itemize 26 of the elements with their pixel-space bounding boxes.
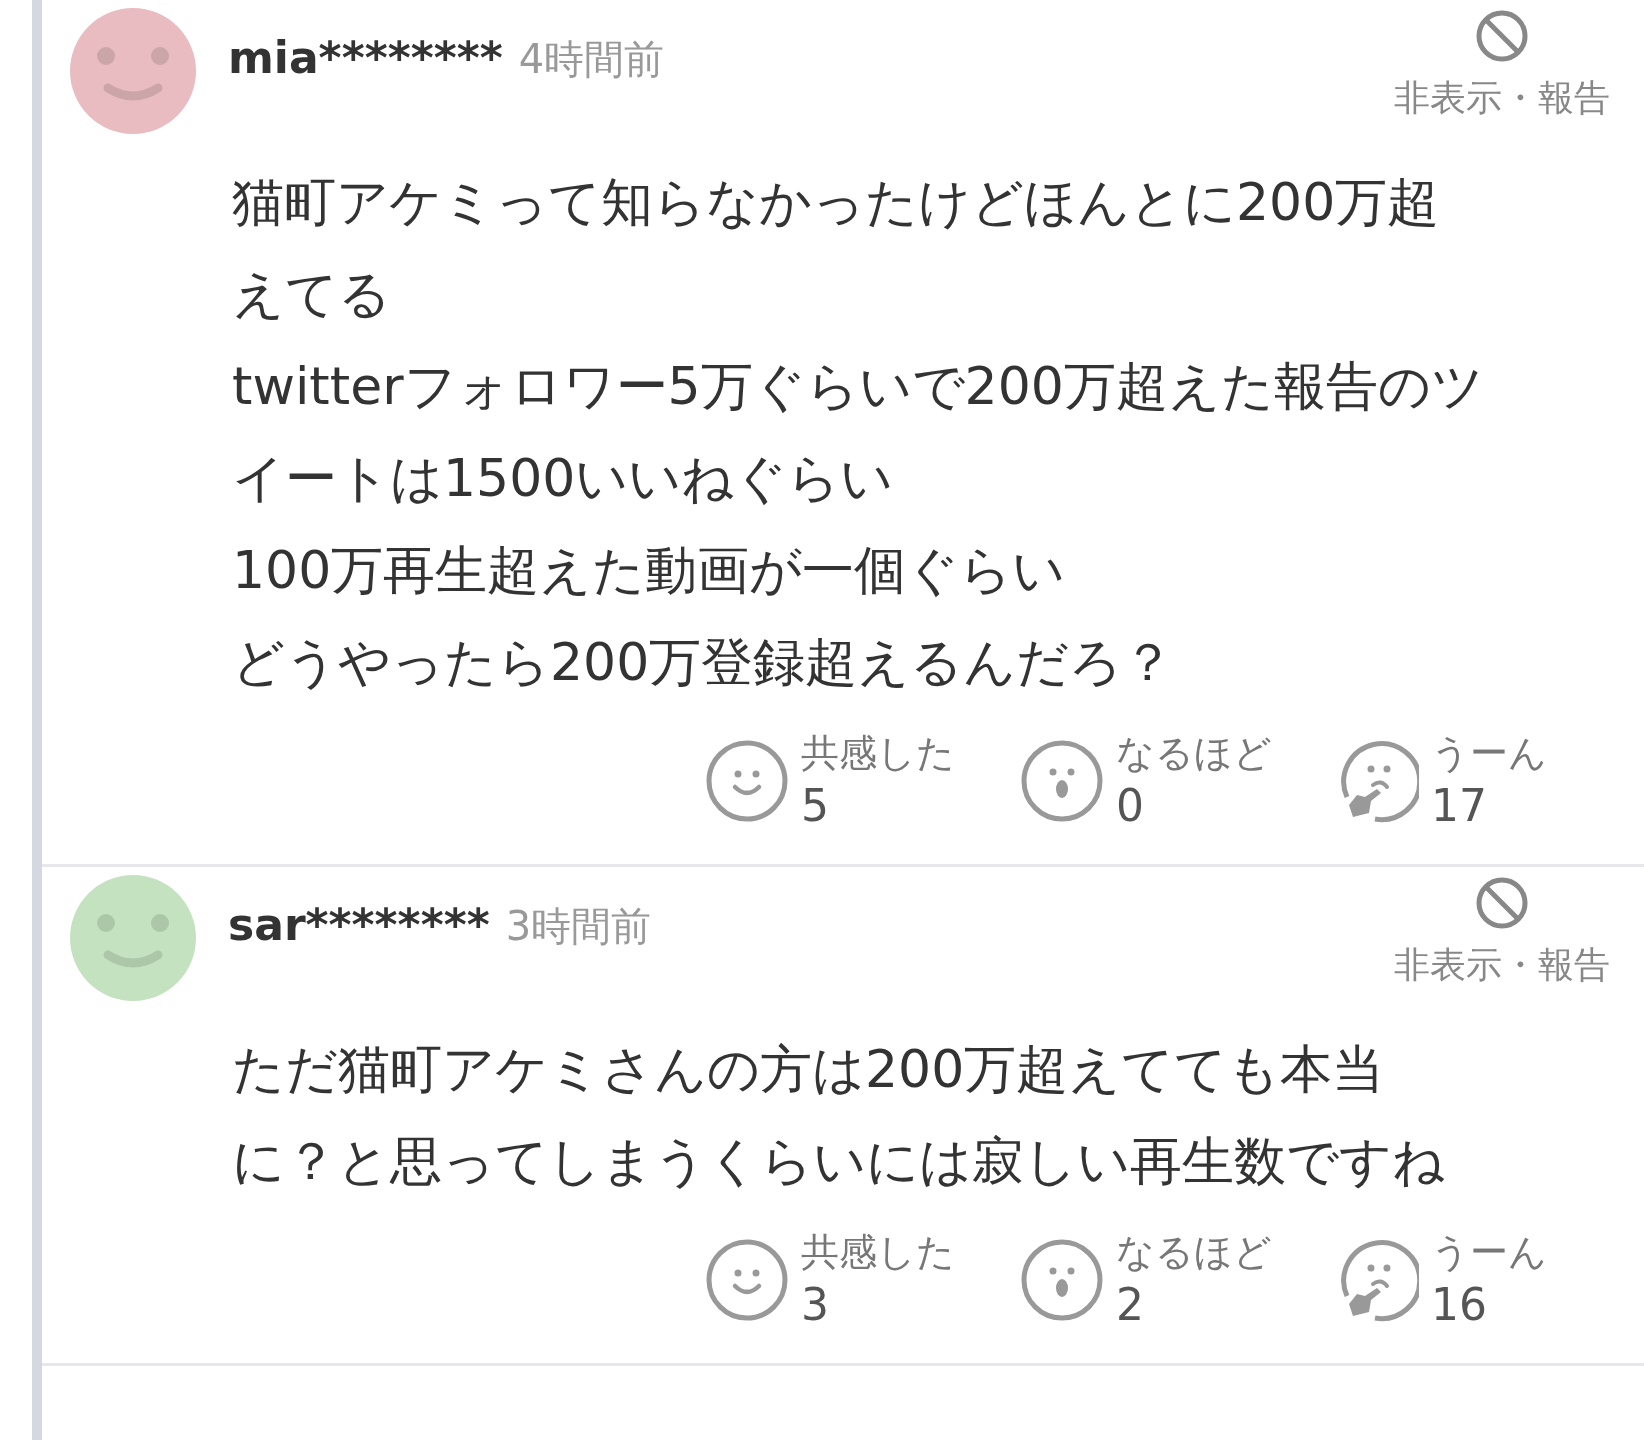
surprised-face-icon: [1020, 739, 1104, 823]
username[interactable]: mia********: [228, 32, 503, 83]
reaction-button[interactable]: うーん 16: [1335, 1227, 1610, 1333]
timestamp: 3時間前: [505, 902, 652, 951]
comment-text: ただ猫町アケミさんの方は200万超えてても本当: [232, 1038, 1386, 1101]
reaction-button[interactable]: 共感した 3: [705, 1227, 980, 1333]
reaction-button[interactable]: なるほど 0: [1020, 728, 1295, 834]
username[interactable]: sar********: [228, 899, 490, 950]
reaction-button[interactable]: 共感した 5: [705, 728, 980, 834]
prohibit-icon: [1474, 8, 1530, 64]
comment-text: に？と思ってしまうくらいには寂しい再生数ですね: [232, 1130, 1446, 1193]
hide-report-button[interactable]: 非表示・報告: [1394, 875, 1610, 990]
reaction-button[interactable]: うーん 17: [1335, 728, 1610, 834]
comment-text: 100万再生超えた動画が一個ぐらい: [232, 539, 1067, 602]
comment-text: どうやったら200万登録超えるんだろ？: [232, 631, 1176, 694]
reaction-button[interactable]: なるほど 2: [1020, 1227, 1295, 1333]
hide-report-button[interactable]: 非表示・報告: [1394, 8, 1610, 123]
comment-text: えてる: [232, 263, 392, 326]
timestamp: 4時間前: [518, 35, 665, 84]
comment-text: イートは1500いいねぐらい: [232, 447, 895, 510]
comment-text: 猫町アケミって知らなかったけどほんとに200万超: [232, 171, 1441, 234]
surprised-face-icon: [1020, 1238, 1104, 1322]
comment-text: twitterフォロワー5万ぐらいで200万超えた報告のツ: [232, 355, 1485, 418]
smile-icon: [705, 739, 789, 823]
prohibit-icon: [1474, 875, 1530, 931]
smile-icon: [705, 1238, 789, 1322]
